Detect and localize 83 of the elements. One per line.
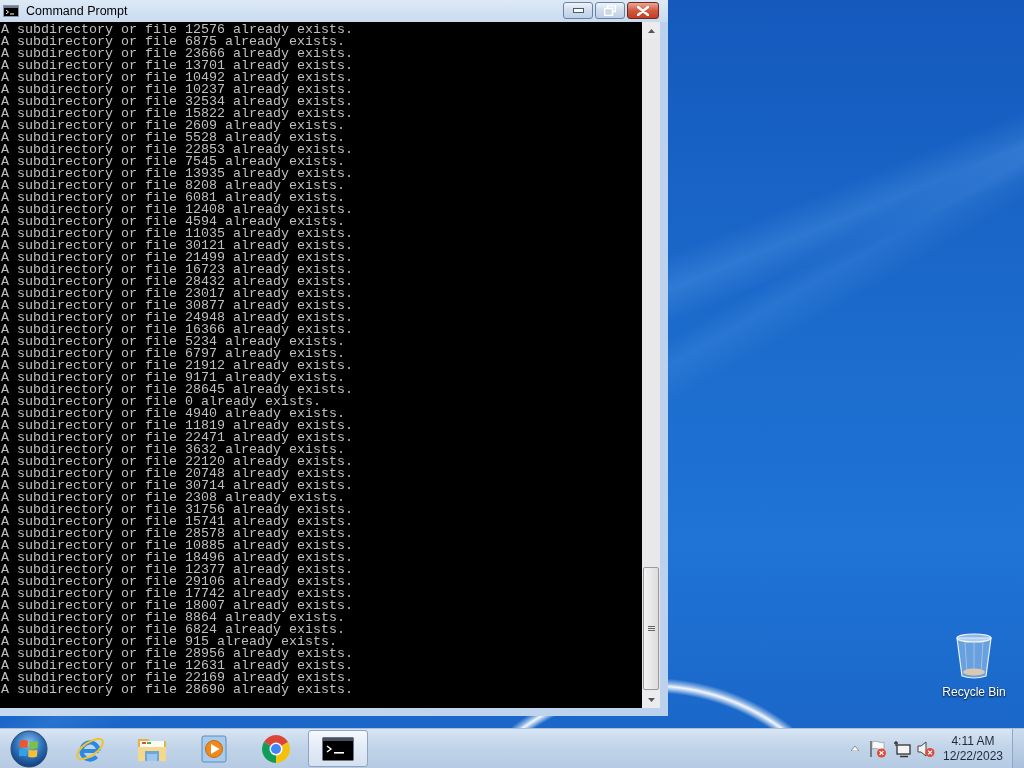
console-line: A subdirectory or file 30877 already exists. [1, 300, 353, 312]
console-line: A subdirectory or file 11035 already exists. [1, 228, 353, 240]
restore-icon [604, 5, 616, 16]
console-line: A subdirectory or file 18496 already exists. [1, 552, 353, 564]
console-line: A subdirectory or file 2308 already exists. [1, 492, 345, 504]
console-line: A subdirectory or file 28645 already exists. [1, 384, 353, 396]
console-line: A subdirectory or file 6081 already exists. [1, 192, 345, 204]
taskbar-button[interactable] [308, 730, 368, 767]
console-line: A subdirectory or file 22853 already exists. [1, 144, 353, 156]
console-line: A subdirectory or file 10237 already exists. [1, 84, 353, 96]
scroll-down-button[interactable] [642, 691, 660, 708]
console-line: A subdirectory or file 23017 already exists. [1, 288, 353, 300]
console-line: A subdirectory or file 5234 already exists. [1, 336, 345, 348]
console-line: A subdirectory or file 17742 already exists. [1, 588, 353, 600]
console-line: A subdirectory or file 23666 already exists. [1, 48, 353, 60]
close-icon [637, 5, 649, 16]
console-line: A subdirectory or file 6824 already exists. [1, 624, 345, 636]
ring-logo-icon [261, 733, 291, 764]
console-line: A subdirectory or file 12408 already exists. [1, 204, 353, 216]
console-line: A subdirectory or file 21912 already exists. [1, 360, 353, 372]
scroll-up-button[interactable] [642, 22, 660, 39]
terminal-icon [3, 5, 19, 17]
console-line: A subdirectory or file 6797 already exists. [1, 348, 345, 360]
console-line: A subdirectory or file 0 already exists. [1, 396, 321, 408]
console-line: A subdirectory or file 30121 already exists. [1, 240, 353, 252]
console-line: A subdirectory or file 13935 already exists. [1, 168, 353, 180]
console-line: A subdirectory or file 12377 already exists. [1, 564, 353, 576]
console-line: A subdirectory or file 28690 already exists. [1, 684, 353, 696]
console-line: A subdirectory or file 13701 already exists. [1, 60, 353, 72]
speaker-muted-icon [917, 739, 935, 758]
clock-button[interactable]: 4:11 AM 12/22/2023 [940, 731, 1006, 766]
console-line: A subdirectory or file 12576 already exists. [1, 24, 353, 36]
trash-bin-icon[interactable] [954, 632, 994, 680]
console-line: A subdirectory or file 29106 already exists. [1, 576, 353, 588]
console-line: A subdirectory or file 4594 already exists. [1, 216, 345, 228]
console-line: A subdirectory or file 20748 already exists. [1, 468, 353, 480]
grip-icon [647, 626, 655, 631]
console-line: A subdirectory or file 8864 already exists. [1, 612, 345, 624]
console-line: A subdirectory or file 28956 already exists. [1, 648, 353, 660]
console-line: A subdirectory or file 15822 already exists. [1, 108, 353, 120]
console-line: A subdirectory or file 11819 already exists. [1, 420, 353, 432]
console-line: A subdirectory or file 28578 already exists. [1, 528, 353, 540]
terminal-icon [322, 736, 354, 761]
console-line: A subdirectory or file 22169 already exists. [1, 672, 353, 684]
console-line: A subdirectory or file 10492 already exists. [1, 72, 353, 84]
console-line: A subdirectory or file 15741 already exists. [1, 516, 353, 528]
console-line: A subdirectory or file 24948 already exists. [1, 312, 353, 324]
console-line: A subdirectory or file 16366 already exists. [1, 324, 353, 336]
console-line: A subdirectory or file 22471 already exists. [1, 432, 353, 444]
up-arrow-icon [647, 28, 655, 33]
console-line: A subdirectory or file 6875 already exists. [1, 36, 345, 48]
console-line: A subdirectory or file 915 already exists. [1, 636, 337, 648]
caret-up-icon [851, 746, 859, 751]
minimize-button[interactable] [563, 2, 593, 19]
orb-flag-icon [10, 729, 48, 768]
scrollbar[interactable] [642, 22, 660, 708]
scroll-thumb[interactable] [643, 567, 659, 690]
console-line: A subdirectory or file 22120 already exists. [1, 456, 353, 468]
flag-error-icon [869, 739, 887, 758]
console-line: A subdirectory or file 32534 already exists. [1, 96, 353, 108]
window-title: Command Prompt [26, 4, 128, 18]
minimize-icon [572, 8, 584, 13]
console-line: A subdirectory or file 4940 already exists. [1, 408, 345, 420]
console-line: A subdirectory or file 5528 already exists. [1, 132, 345, 144]
console-line: A subdirectory or file 30714 already exists. [1, 480, 353, 492]
console-line: A subdirectory or file 2609 already exists. [1, 120, 345, 132]
console-line: A subdirectory or file 12631 already exists. [1, 660, 353, 672]
desktop-icon-label[interactable]: Recycle Bin [942, 685, 1006, 699]
console-line: A subdirectory or file 28432 already exists. [1, 276, 353, 288]
monitor-icon [893, 739, 911, 758]
console-line: A subdirectory or file 8208 already exists. [1, 180, 345, 192]
play-icon [200, 733, 228, 764]
console-line: A subdirectory or file 9171 already exists. [1, 372, 345, 384]
console-line: A subdirectory or file 31756 already exists. [1, 504, 353, 516]
console-line: A subdirectory or file 7545 already exists. [1, 156, 345, 168]
close-button[interactable] [627, 2, 659, 19]
restore-button[interactable] [595, 2, 625, 19]
console-line: A subdirectory or file 21499 already exists. [1, 252, 353, 264]
down-arrow-icon [647, 697, 655, 702]
console-line: A subdirectory or file 10885 already exists. [1, 540, 353, 552]
console-line: A subdirectory or file 16723 already exists. [1, 264, 353, 276]
console-line: A subdirectory or file 18007 already exists. [1, 600, 353, 612]
console-line: A subdirectory or file 3632 already exists. [1, 444, 345, 456]
